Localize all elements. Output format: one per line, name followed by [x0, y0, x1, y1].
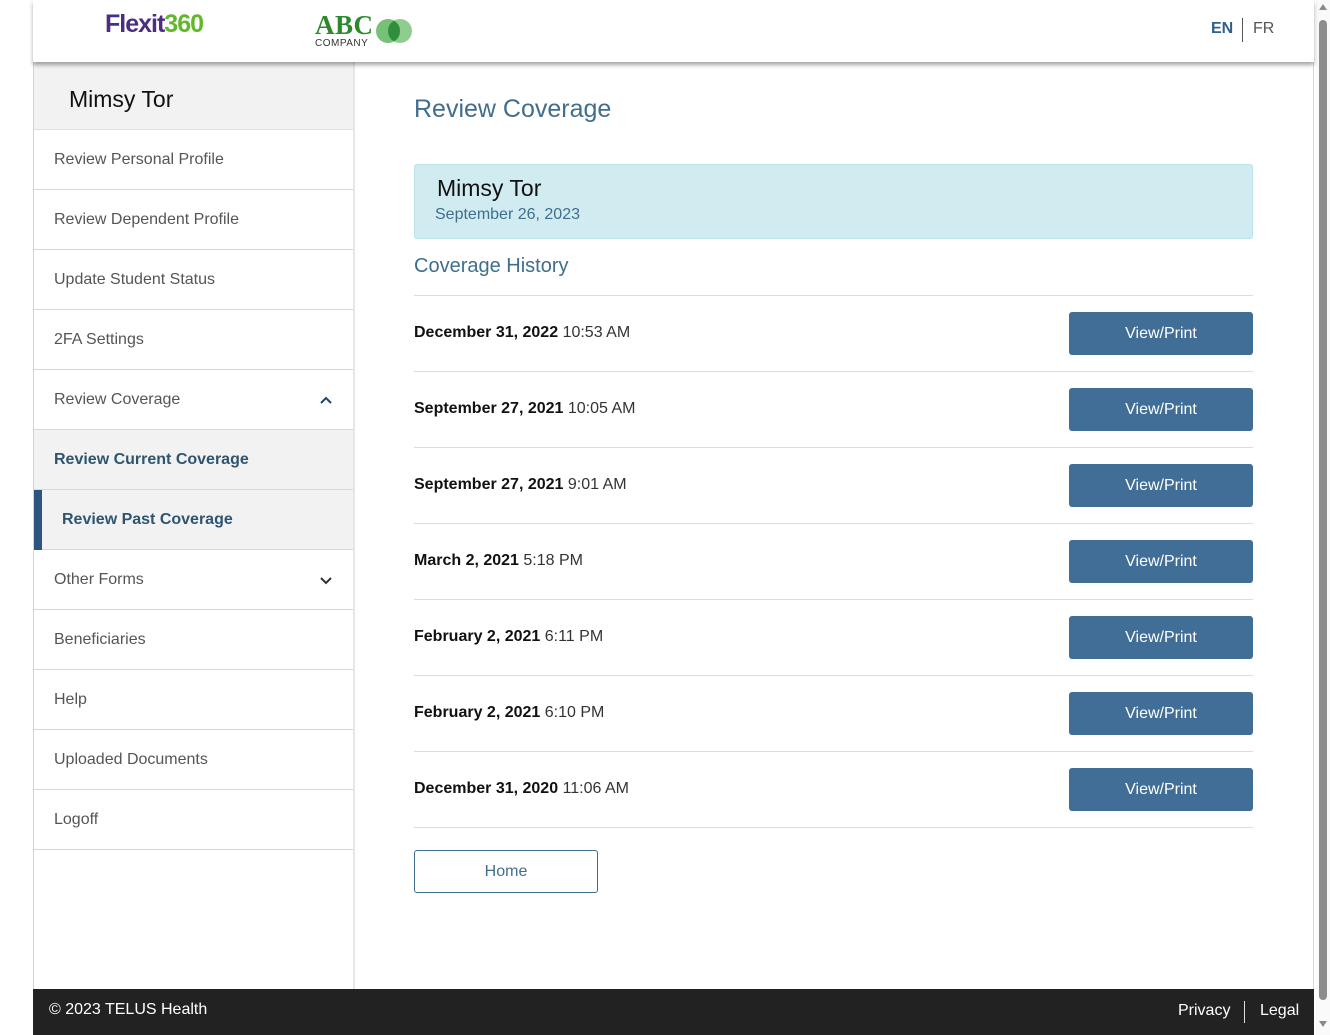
history-entry: September 27, 2021 10:05 AM: [414, 400, 635, 418]
lang-en-link[interactable]: EN: [1211, 20, 1233, 38]
history-row: December 31, 2022 10:53 AM View/Print: [414, 296, 1253, 372]
main-content: Review Coverage Mimsy Tor September 26, …: [356, 62, 1313, 989]
page: Flexit360 ABC COMPANY EN FR Mimsy Tor Re…: [0, 0, 1330, 1035]
sidebar-item-label: Other Forms: [54, 571, 144, 588]
history-time: 6:11 PM: [544, 628, 604, 645]
legal-link[interactable]: Legal: [1260, 1002, 1299, 1020]
history-time: 10:53 AM: [562, 324, 631, 341]
company-logo-text: COMPANY: [315, 38, 369, 49]
history-time: 6:10 PM: [544, 704, 605, 721]
home-button[interactable]: Home: [414, 850, 598, 893]
history-date: September 27, 2021: [414, 400, 564, 417]
view-print-button[interactable]: View/Print: [1069, 692, 1253, 735]
sidebar-item-label: Review Coverage: [54, 391, 181, 408]
history-row: February 2, 2021 6:10 PM View/Print: [414, 676, 1253, 752]
history-row: September 27, 2021 9:01 AM View/Print: [414, 448, 1253, 524]
sidebar-item-label: Review Dependent Profile: [54, 211, 239, 228]
coverage-history-title: Coverage History: [414, 255, 569, 277]
footer-divider: [1244, 1001, 1245, 1023]
member-date: September 26, 2023: [435, 206, 580, 223]
history-time: 10:05 AM: [567, 400, 636, 417]
sidebar-item-help[interactable]: Help: [34, 670, 353, 730]
view-print-button[interactable]: View/Print: [1069, 464, 1253, 507]
sidebar-item-label: Review Past Coverage: [62, 511, 233, 528]
history-date: September 27, 2021: [414, 476, 564, 493]
sidebar-item-label: Uploaded Documents: [54, 751, 208, 768]
history-row: February 2, 2021 6:11 PM View/Print: [414, 600, 1253, 676]
chevron-up-icon: [320, 396, 332, 404]
view-print-button[interactable]: View/Print: [1069, 616, 1253, 659]
view-print-button[interactable]: View/Print: [1069, 768, 1253, 811]
sidebar-item-label: Beneficiaries: [54, 631, 146, 648]
sidebar: Mimsy Tor Review Personal Profile Review…: [34, 62, 355, 989]
member-name: Mimsy Tor: [437, 175, 542, 201]
sidebar-item-uploaded-documents[interactable]: Uploaded Documents: [34, 730, 353, 790]
sidebar-item-2fa-settings[interactable]: 2FA Settings: [34, 310, 353, 370]
page-title: Review Coverage: [414, 95, 612, 123]
overlapping-circles-icon: [376, 19, 412, 43]
sidebar-item-label: Logoff: [54, 811, 99, 828]
scroll-up-arrow-icon[interactable]: [1319, 4, 1327, 10]
history-time: 5:18 PM: [523, 552, 583, 569]
coverage-history-list: December 31, 2022 10:53 AM View/Print Se…: [414, 295, 1253, 828]
logo-flex-text: Flexit: [105, 10, 165, 38]
lang-fr-link[interactable]: FR: [1253, 20, 1274, 38]
view-print-button[interactable]: View/Print: [1069, 388, 1253, 431]
sidebar-item-beneficiaries[interactable]: Beneficiaries: [34, 610, 353, 670]
sidebar-item-label: Review Personal Profile: [54, 151, 224, 168]
history-date: February 2, 2021: [414, 628, 541, 645]
scroll-down-arrow-icon[interactable]: [1319, 1021, 1327, 1027]
sidebar-item-label: Update Student Status: [54, 271, 215, 288]
page-scrollbar[interactable]: [1316, 0, 1330, 1035]
view-print-button[interactable]: View/Print: [1069, 540, 1253, 583]
history-row: December 31, 2020 11:06 AM View/Print: [414, 752, 1253, 828]
history-time: 11:06 AM: [562, 780, 629, 797]
history-entry: February 2, 2021 6:11 PM: [414, 628, 603, 646]
lang-divider: [1242, 18, 1243, 42]
history-date: December 31, 2022: [414, 324, 559, 341]
sidebar-user-name: Mimsy Tor: [34, 62, 353, 130]
sidebar-item-label: Review Current Coverage: [54, 451, 249, 468]
chevron-down-icon: [320, 577, 332, 585]
scrollbar-thumb[interactable]: [1319, 20, 1327, 1000]
sidebar-item-review-coverage[interactable]: Review Coverage: [34, 370, 353, 430]
member-info-card: Mimsy Tor September 26, 2023: [414, 164, 1253, 239]
sidebar-item-label: 2FA Settings: [54, 331, 144, 348]
sidebar-item-review-past-coverage[interactable]: Review Past Coverage: [34, 490, 353, 550]
logo-num-text: 360: [164, 10, 204, 38]
history-date: March 2, 2021: [414, 552, 519, 569]
sidebar-item-update-student-status[interactable]: Update Student Status: [34, 250, 353, 310]
sidebar-item-logoff[interactable]: Logoff: [34, 790, 353, 850]
history-entry: December 31, 2022 10:53 AM: [414, 324, 630, 342]
history-row: September 27, 2021 10:05 AM View/Print: [414, 372, 1253, 448]
sidebar-item-review-current-coverage[interactable]: Review Current Coverage: [34, 430, 353, 490]
abc-logo-text: ABC: [315, 10, 374, 40]
history-row: March 2, 2021 5:18 PM View/Print: [414, 524, 1253, 600]
sidebar-item-review-dependent-profile[interactable]: Review Dependent Profile: [34, 190, 353, 250]
sidebar-item-label: Help: [54, 691, 87, 708]
view-print-button[interactable]: View/Print: [1069, 312, 1253, 355]
history-entry: March 2, 2021 5:18 PM: [414, 552, 583, 570]
history-time: 9:01 AM: [567, 476, 627, 493]
frame-border-right: [1313, 62, 1314, 990]
footer: © 2023 TELUS Health Privacy Legal: [33, 989, 1314, 1035]
privacy-link[interactable]: Privacy: [1178, 1002, 1230, 1020]
top-header: Flexit360 ABC COMPANY EN FR: [33, 0, 1314, 62]
sidebar-item-review-personal-profile[interactable]: Review Personal Profile: [34, 130, 353, 190]
abc-company-logo: ABC COMPANY: [315, 10, 435, 52]
flexit360-logo[interactable]: Flexit360: [105, 10, 204, 39]
history-date: February 2, 2021: [414, 704, 541, 721]
history-date: December 31, 2020: [414, 780, 559, 797]
history-entry: February 2, 2021 6:10 PM: [414, 704, 604, 722]
copyright-text: © 2023 TELUS Health: [49, 1001, 208, 1018]
history-entry: September 27, 2021 9:01 AM: [414, 476, 627, 494]
history-entry: December 31, 2020 11:06 AM: [414, 780, 629, 798]
sidebar-item-other-forms[interactable]: Other Forms: [34, 550, 353, 610]
